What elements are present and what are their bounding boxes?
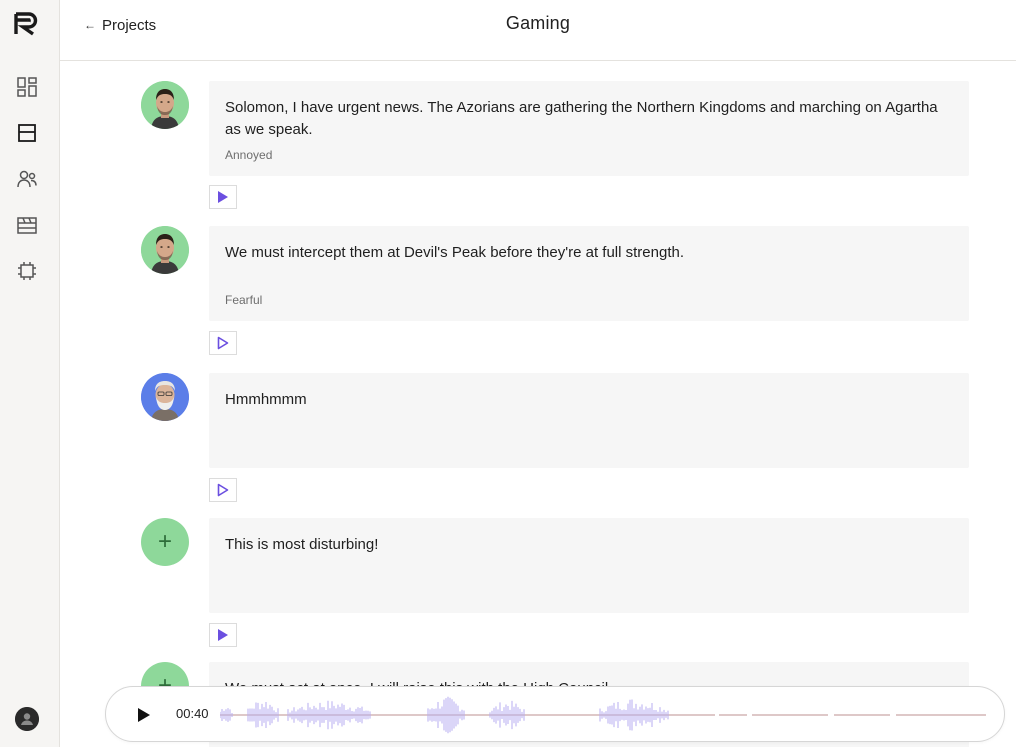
line-text-box[interactable]: We must intercept them at Devil's Peak b… — [209, 226, 969, 321]
play-line-button[interactable] — [209, 331, 237, 355]
sidebar — [0, 0, 60, 747]
character-avatar[interactable] — [141, 226, 189, 274]
play-outline-icon — [217, 483, 229, 497]
waveform-gap — [747, 712, 752, 718]
page-title: Gaming — [505, 13, 571, 33]
script-lines: Solomon, I have urgent news. The Azorian… — [60, 61, 1016, 747]
waveform-gap — [890, 712, 896, 718]
app-root: ← Projects Gaming Solomon, I have urgent… — [0, 0, 1016, 747]
play-icon — [218, 629, 228, 641]
line-text-box[interactable]: Solomon, I have urgent news. The Azorian… — [209, 81, 969, 176]
audio-player: 00:40 — [105, 686, 1005, 742]
voices-icon[interactable] — [15, 167, 39, 191]
script-icon[interactable] — [15, 121, 39, 145]
play-icon — [138, 708, 150, 722]
waveform[interactable] — [220, 695, 986, 735]
line-text: Hmmhmmm — [225, 391, 307, 408]
user-avatar[interactable] — [15, 707, 39, 731]
play-outline-icon — [217, 336, 229, 350]
line-text: We must intercept them at Devil's Peak b… — [225, 244, 684, 261]
character-avatar[interactable] — [141, 373, 189, 421]
player-time: 00:40 — [176, 706, 209, 721]
waveform-gap — [715, 712, 719, 718]
line-text: Solomon, I have urgent news. The Azorian… — [225, 99, 938, 138]
chip-icon[interactable] — [15, 259, 39, 283]
line-text-box[interactable]: Hmmhmmm — [209, 373, 969, 468]
scenes-icon[interactable] — [15, 213, 39, 237]
header: ← Projects Gaming — [60, 0, 1016, 61]
assign-voice-button[interactable]: + — [141, 518, 189, 566]
play-line-button[interactable] — [209, 623, 237, 647]
play-icon — [218, 191, 228, 203]
line-text: This is most disturbing! — [225, 536, 379, 553]
emotion-label: Annoyed — [225, 148, 273, 162]
character-avatar[interactable] — [141, 81, 189, 129]
plus-icon: + — [157, 528, 172, 555]
waveform-gap — [828, 712, 834, 718]
line-text-box[interactable]: This is most disturbing! — [209, 518, 969, 613]
dashboard-icon[interactable] — [15, 75, 39, 99]
app-logo[interactable] — [14, 12, 40, 36]
play-line-button[interactable] — [209, 185, 237, 209]
emotion-label: Fearful — [225, 293, 263, 307]
play-line-button[interactable] — [209, 478, 237, 502]
player-play-button[interactable] — [136, 706, 152, 724]
